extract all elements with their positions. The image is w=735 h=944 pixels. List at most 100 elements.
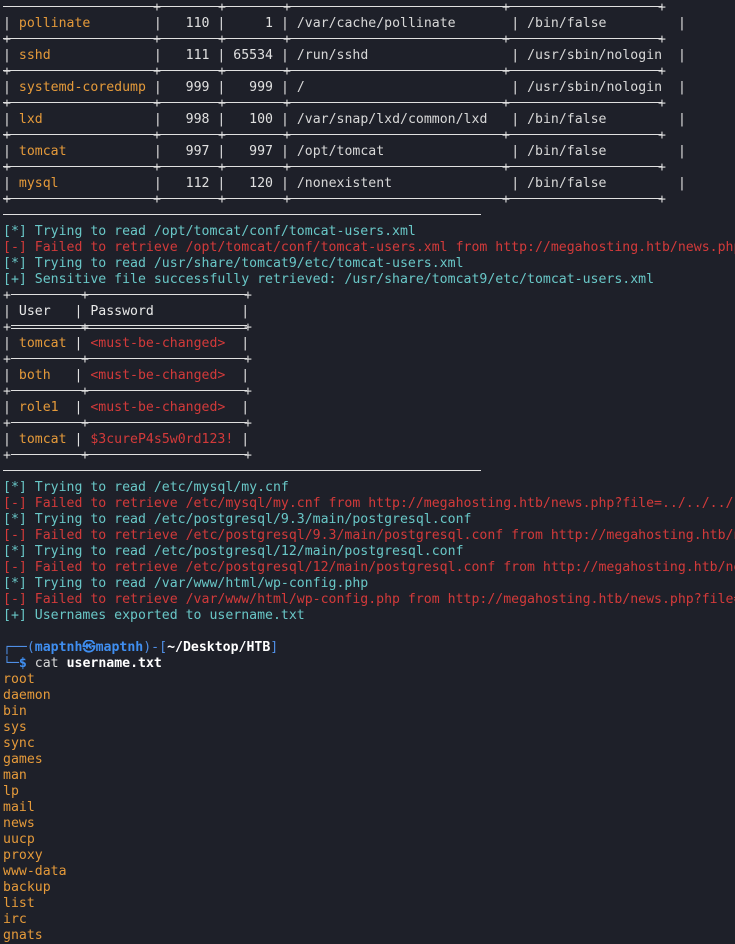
- cell-border: |: [503, 112, 528, 127]
- cell-user: tomcat: [18, 336, 67, 351]
- table-header-row: | User | Password |: [3, 304, 250, 319]
- cell-border: |: [3, 432, 19, 447]
- cell-border: |: [670, 144, 686, 159]
- table-border: + + + + + +: [3, 128, 666, 143]
- log-text: Trying to read /usr/share/tomcat9/etc/to…: [26, 256, 464, 271]
- log-text: Failed to retrieve /etc/postgresql/12/ma…: [34, 560, 735, 575]
- log-text: Failed to retrieve /opt/tomcat/conf/tomc…: [34, 240, 735, 255]
- table-header-border: + + +: [3, 320, 252, 335]
- cell-border: |: [145, 80, 170, 95]
- username-item: news: [3, 816, 35, 831]
- log-line-error: [-] Failed to retrieve /opt/tomcat/conf/…: [3, 240, 735, 256]
- username-item: mail: [3, 800, 35, 815]
- cell-border: |: [670, 16, 686, 31]
- command-line[interactable]: └─$ cat username.txt: [3, 656, 735, 672]
- cell-gid: 65534: [233, 48, 273, 63]
- cell-uid: 110: [169, 16, 210, 31]
- log-line-success: [+] Sensitive file successfully retrieve…: [3, 272, 735, 288]
- cell-border: |: [3, 176, 19, 191]
- header-password: Password: [90, 304, 154, 319]
- log-text: Sensitive file successfully retrieved: /…: [26, 272, 655, 287]
- cell-username: systemd-coredump: [18, 80, 146, 95]
- cell-border: |: [233, 336, 250, 351]
- table-row: | role1 | <must-be-changed> |: [3, 400, 735, 416]
- log-tag: [-]: [3, 592, 27, 607]
- cell-border: |: [503, 48, 528, 63]
- username-item: lp: [3, 784, 19, 799]
- cell-user: role1: [18, 400, 67, 415]
- cell-border: |: [3, 144, 19, 159]
- users-table: + + + + + | pollinate | 110 | 1 | /var/cache…: [3, 0, 735, 208]
- log-line-info: [*] Trying to read /usr/share/tomcat9/et…: [3, 256, 735, 272]
- log-text: Trying to read /etc/postgresql/12/main/p…: [26, 544, 464, 559]
- table-row: | sshd | 111 | 65534 | /run/sshd | /usr/…: [3, 48, 735, 64]
- log-text: Trying to read /etc/mysql/my.cnf: [26, 480, 289, 495]
- cell-border: |: [233, 368, 250, 383]
- cell-home: /var/snap/lxd/common/lxd: [296, 112, 504, 127]
- log-line-info: [*] Trying to read /etc/mysql/my.cnf: [3, 480, 735, 496]
- username-list: root daemon bin sys sync games man lp mail news uu…: [3, 672, 735, 944]
- log-tag: [+]: [3, 272, 27, 287]
- cell-border: |: [503, 144, 528, 159]
- username-item: bin: [3, 704, 27, 719]
- cell-border: |: [145, 144, 170, 159]
- log-tag: [*]: [3, 256, 27, 271]
- log-line-info: [*] Trying to read /etc/postgresql/9.3/m…: [3, 512, 735, 528]
- cell-border: |: [503, 16, 528, 31]
- table-border: + + + + + +: [3, 160, 666, 175]
- prompt-host: maptnh: [95, 640, 144, 655]
- log-tag: [*]: [3, 480, 27, 495]
- cell-user: tomcat: [18, 432, 67, 447]
- log-text: Trying to read /opt/tomcat/conf/tomcat-u…: [26, 224, 416, 239]
- cell-shell: /bin/false: [527, 112, 671, 127]
- cell-border: |: [670, 48, 686, 63]
- cell-border: |: [209, 144, 234, 159]
- cell-home: /var/cache/pollinate: [296, 16, 504, 31]
- log-line-error: [-] Failed to retrieve /var/www/html/wp-…: [3, 592, 735, 608]
- table-row: | pollinate | 110 | 1 | /var/cache/polli…: [3, 16, 735, 32]
- log-text: Failed to retrieve /etc/mysql/my.cnf fro…: [34, 496, 735, 511]
- prompt-corner: ┌──(: [3, 640, 35, 655]
- shell-prompt: ┌──(maptnh㉿maptnh)-[~/Desktop/HTB]: [3, 640, 735, 656]
- log-tag: [+]: [3, 608, 27, 623]
- cell-border: |: [670, 80, 686, 95]
- username-item: proxy: [3, 848, 43, 863]
- table-border: + + +: [3, 352, 252, 367]
- log-text: Trying to read /var/www/html/wp-config.p…: [26, 576, 369, 591]
- cell-shell: /usr/sbin/nologin: [527, 80, 671, 95]
- username-item: games: [3, 752, 43, 767]
- log-text: Trying to read /etc/postgresql/9.3/main/…: [26, 512, 472, 527]
- cell-border: |: [66, 368, 91, 383]
- section-divider: [3, 208, 735, 224]
- cell-password: <must-be-changed>: [90, 336, 234, 351]
- table-border: + + + + + +: [3, 32, 666, 47]
- table-border: + + + + + +: [3, 96, 666, 111]
- log-tag: [*]: [3, 512, 27, 527]
- cell-border: |: [273, 176, 297, 191]
- table-row: | tomcat | $3cureP4s5w0rd123! |: [3, 432, 735, 448]
- cell-border: |: [209, 48, 234, 63]
- cell-border: |: [503, 176, 528, 191]
- log-text: Failed to retrieve /etc/postgresql/9.3/m…: [34, 528, 735, 543]
- cell-username: mysql: [18, 176, 146, 191]
- log-line-error: [-] Failed to retrieve /etc/postgresql/9…: [3, 528, 735, 544]
- username-item: daemon: [3, 688, 51, 703]
- cell-border: |: [3, 16, 19, 31]
- log-tag: [-]: [3, 528, 27, 543]
- cell-password: <must-be-changed>: [90, 368, 234, 383]
- log-line-error: [-] Failed to retrieve /etc/postgresql/1…: [3, 560, 735, 576]
- cell-border: |: [209, 112, 234, 127]
- cell-border: |: [273, 48, 297, 63]
- cell-border: |: [209, 80, 234, 95]
- cell-home: /: [296, 80, 504, 95]
- table-border: + + + + +: [3, 0, 735, 16]
- prompt-bracket: )-[: [143, 640, 168, 655]
- terminal-output[interactable]: + + + + + | pollinate | 110 | 1 | /var/cache…: [3, 0, 735, 944]
- command: cat: [34, 656, 59, 671]
- cell-home: /nonexistent: [296, 176, 504, 191]
- table-border: + + +: [3, 384, 252, 399]
- log-line-error: [-] Failed to retrieve /etc/mysql/my.cnf…: [3, 496, 735, 512]
- cell-gid: 120: [233, 176, 273, 191]
- cell-username: tomcat: [18, 144, 146, 159]
- log-tag: [-]: [3, 496, 27, 511]
